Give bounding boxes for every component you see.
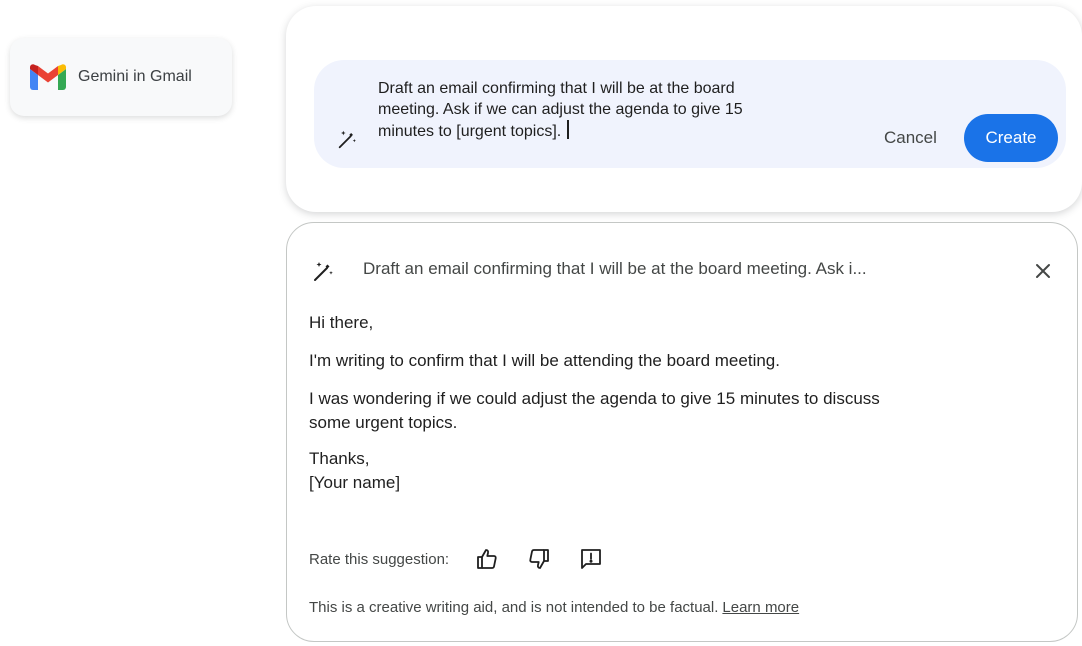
badge-label: Gemini in Gmail — [78, 68, 192, 85]
prompt-line-3: minutes to [urgent topics]. — [378, 123, 562, 140]
suggestion-card: Draft an email confirming that I will be… — [286, 222, 1078, 642]
report-icon — [581, 549, 601, 569]
report-button[interactable] — [577, 545, 605, 573]
magic-wand-icon — [314, 262, 333, 281]
create-button[interactable]: Create — [964, 114, 1058, 162]
closing: Thanks, — [309, 449, 370, 468]
close-icon[interactable] — [1031, 259, 1055, 283]
suggestion-header: Draft an email confirming that I will be… — [311, 257, 1055, 285]
paragraph-1: I'm writing to confirm that I will be at… — [309, 351, 780, 370]
signature: [Your name] — [309, 473, 401, 492]
greeting: Hi there, — [309, 313, 374, 332]
suggestion-title: Draft an email confirming that I will be… — [363, 259, 867, 278]
magic-wand-icon — [338, 130, 356, 149]
rating-row: Rate this suggestion: — [309, 545, 629, 573]
cancel-button[interactable]: Cancel — [874, 124, 947, 152]
rate-label: Rate this suggestion: — [309, 550, 450, 568]
thumbs-down-icon — [529, 549, 549, 569]
disclaimer-text: This is a creative writing aid, and is n… — [309, 599, 719, 616]
prompt-line-3-wrap: minutes to [urgent topics]. — [378, 120, 828, 142]
thumbs-up-button[interactable] — [473, 545, 501, 573]
paragraph-2: I was wondering if we could adjust the a… — [309, 387, 1049, 435]
prompt-input[interactable]: Draft an email confirming that I will be… — [314, 60, 1066, 168]
prompt-card: Draft an email confirming that I will be… — [286, 6, 1082, 212]
suggestion-body: Hi there, I'm writing to confirm that I … — [309, 311, 1049, 495]
prompt-line-2: meeting. Ask if we can adjust the agenda… — [378, 101, 743, 118]
disclaimer: This is a creative writing aid, and is n… — [309, 599, 799, 616]
paragraph-2-line-1: I was wondering if we could adjust the a… — [309, 389, 880, 408]
paragraph-2-line-2: some urgent topics. — [309, 413, 458, 432]
prompt-line-1: Draft an email confirming that I will be… — [378, 80, 735, 97]
learn-more-link[interactable]: Learn more — [722, 599, 799, 616]
thumbs-up-icon — [477, 549, 497, 569]
prompt-text[interactable]: Draft an email confirming that I will be… — [378, 78, 828, 142]
gmail-logo-icon — [30, 64, 66, 90]
sign-off: Thanks, [Your name] — [309, 447, 1049, 495]
thumbs-down-button[interactable] — [525, 545, 553, 573]
gemini-in-gmail-badge: Gemini in Gmail — [10, 38, 232, 116]
text-caret — [567, 120, 569, 139]
